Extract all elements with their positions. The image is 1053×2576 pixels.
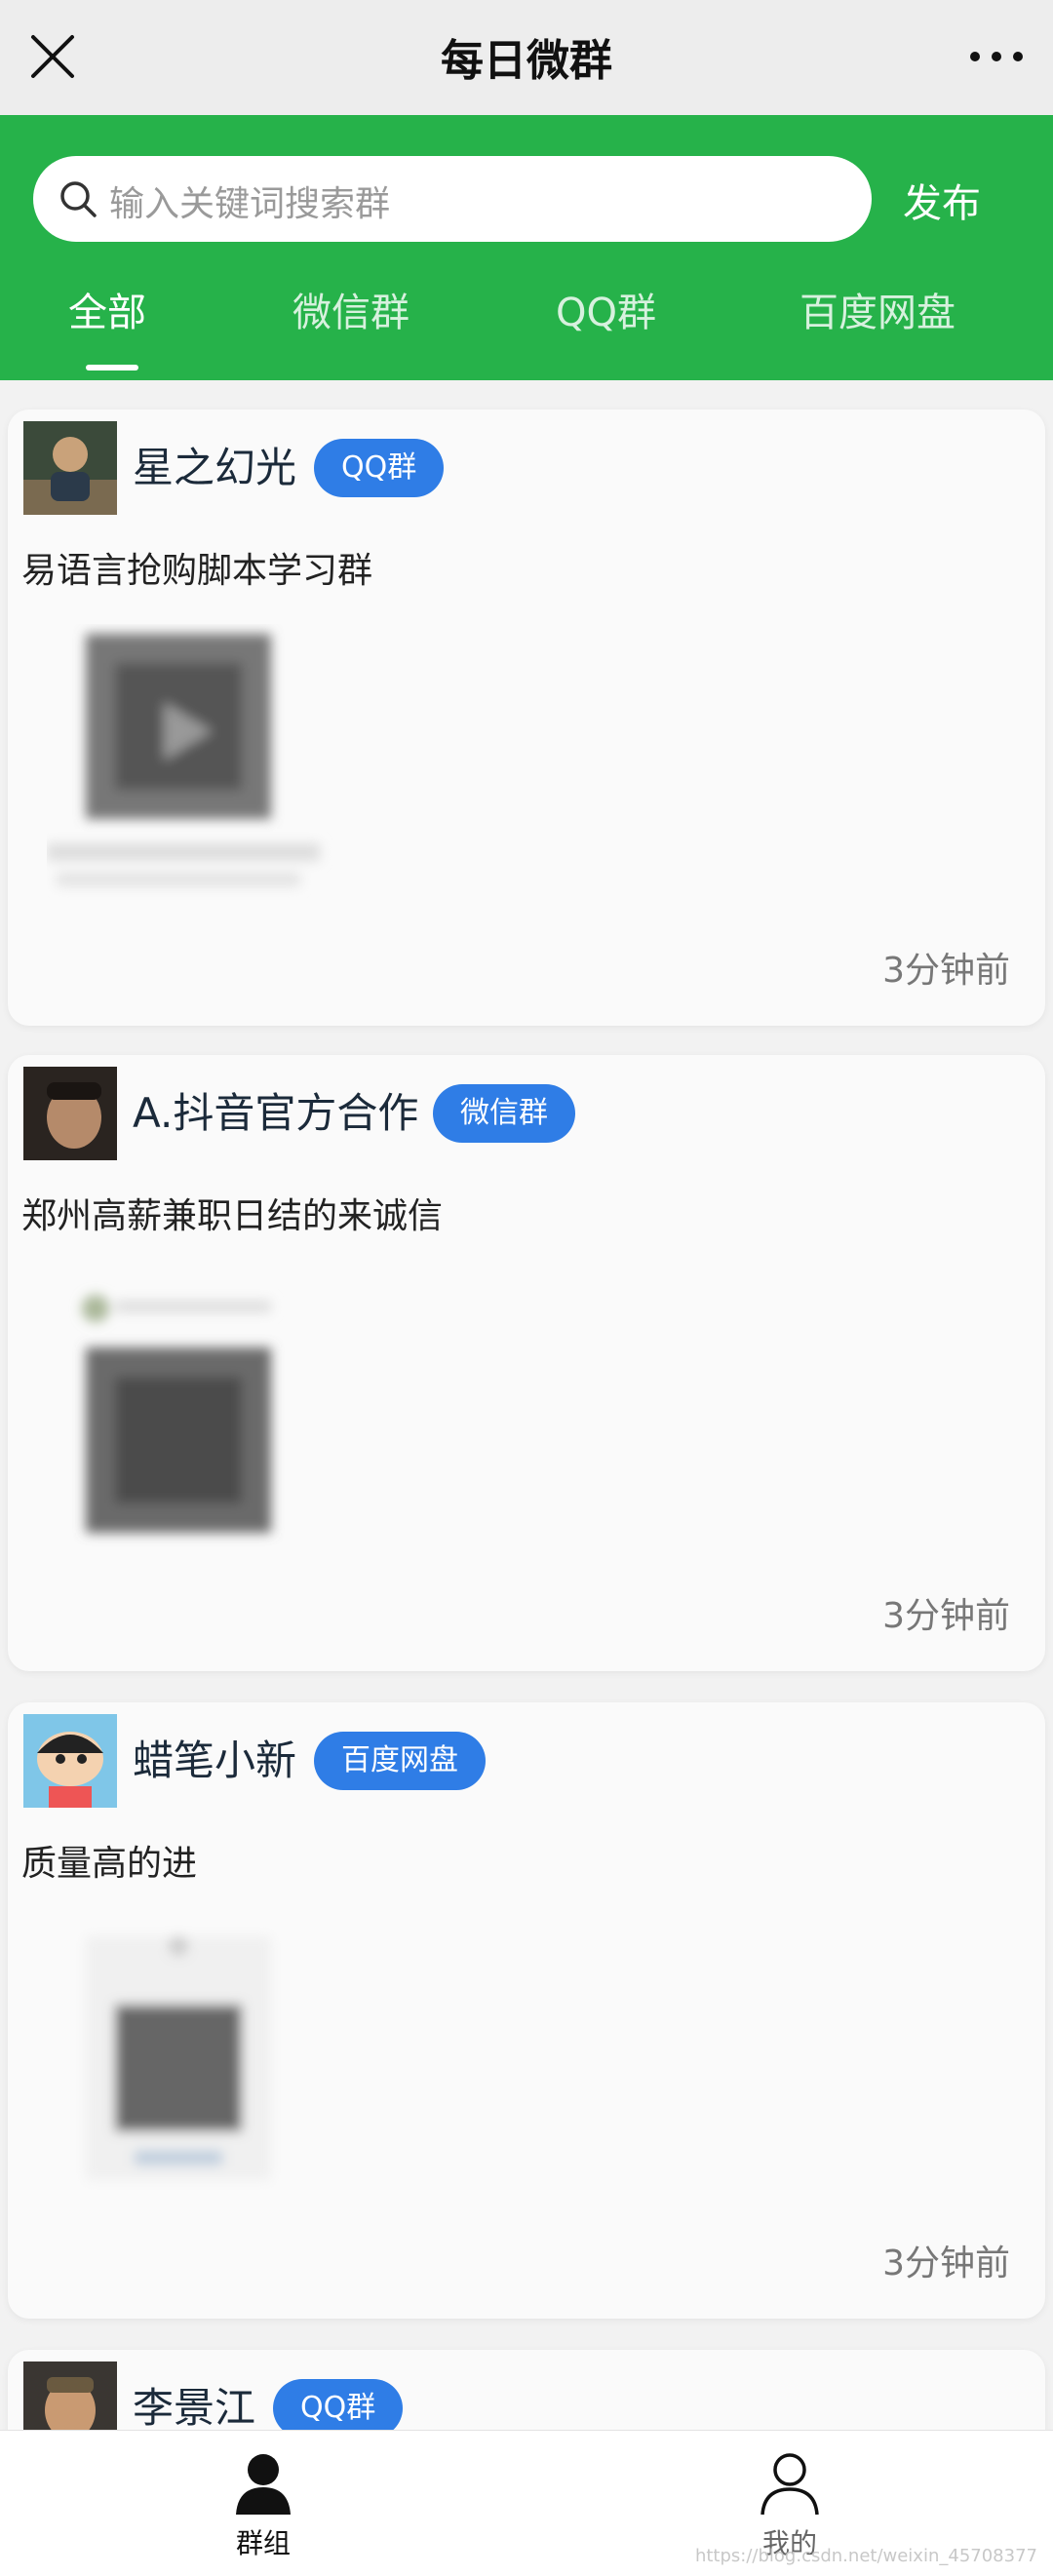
group-description: 易语言抢购脚本学习群: [21, 551, 373, 591]
category-badge: QQ群: [273, 2379, 404, 2438]
qr-code-image[interactable]: [47, 624, 339, 917]
watermark: https://blog.csdn.net/weixin_45708377: [694, 2546, 1037, 2566]
poster-name: 蜡笔小新: [133, 1737, 297, 1784]
tab-baidu-netdisk[interactable]: 百度网盘: [800, 281, 956, 337]
poster-name: 李景江: [133, 2384, 256, 2432]
post-time: 3分钟前: [882, 1596, 1010, 1636]
tab-wechat-group[interactable]: 微信群: [292, 281, 410, 337]
avatar: [23, 421, 117, 515]
qr-code-image[interactable]: [47, 1917, 339, 2209]
publish-button[interactable]: 发布: [903, 172, 981, 228]
group-card[interactable]: 蜡笔小新 百度网盘 质量高的进 3分钟前: [8, 1702, 1045, 2319]
poster-name: 星之幻光: [133, 444, 297, 491]
post-time: 3分钟前: [882, 2244, 1010, 2283]
bottom-navigation: 群组 我的 https://blog.csdn.net/weixin_45708…: [0, 2430, 1053, 2576]
avatar: [23, 1067, 117, 1160]
profile-icon: [760, 2453, 819, 2516]
group-icon: [236, 2454, 291, 2515]
header: 输入关键词搜索群 发布 全部 微信群 QQ群 百度网盘: [0, 115, 1053, 380]
nav-item-mine[interactable]: 我的: [692, 2448, 887, 2561]
tab-qq-group[interactable]: QQ群: [556, 281, 656, 337]
group-card[interactable]: 星之幻光 QQ群 易语言抢购脚本学习群 3分钟前: [8, 410, 1045, 1026]
post-time: 3分钟前: [882, 951, 1010, 991]
group-description: 质量高的进: [21, 1844, 198, 1884]
nav-item-groups[interactable]: 群组: [166, 2448, 361, 2561]
category-badge: 微信群: [433, 1084, 575, 1143]
qr-code-image[interactable]: [47, 1269, 339, 1562]
tab-bar: 全部 微信群 QQ群 百度网盘: [0, 281, 1053, 378]
search-placeholder: 输入关键词搜索群: [109, 184, 391, 224]
category-badge: 百度网盘: [314, 1732, 486, 1790]
category-badge: QQ群: [314, 439, 445, 497]
group-card[interactable]: A.抖音官方合作 微信群 郑州高薪兼职日结的来诚信 3分钟前: [8, 1055, 1045, 1671]
avatar: [23, 1714, 117, 1808]
group-description: 郑州高薪兼职日结的来诚信: [21, 1196, 444, 1236]
tab-all[interactable]: 全部: [68, 281, 146, 337]
search-icon: [60, 181, 97, 217]
poster-name: A.抖音官方合作: [133, 1089, 419, 1137]
nav-label-groups: 群组: [235, 2527, 291, 2559]
more-icon[interactable]: [965, 29, 1028, 84]
active-tab-indicator: [86, 365, 138, 371]
title-bar: 每日微群: [0, 0, 1053, 115]
page-title: 每日微群: [441, 36, 612, 86]
search-input[interactable]: 输入关键词搜索群: [33, 156, 872, 242]
